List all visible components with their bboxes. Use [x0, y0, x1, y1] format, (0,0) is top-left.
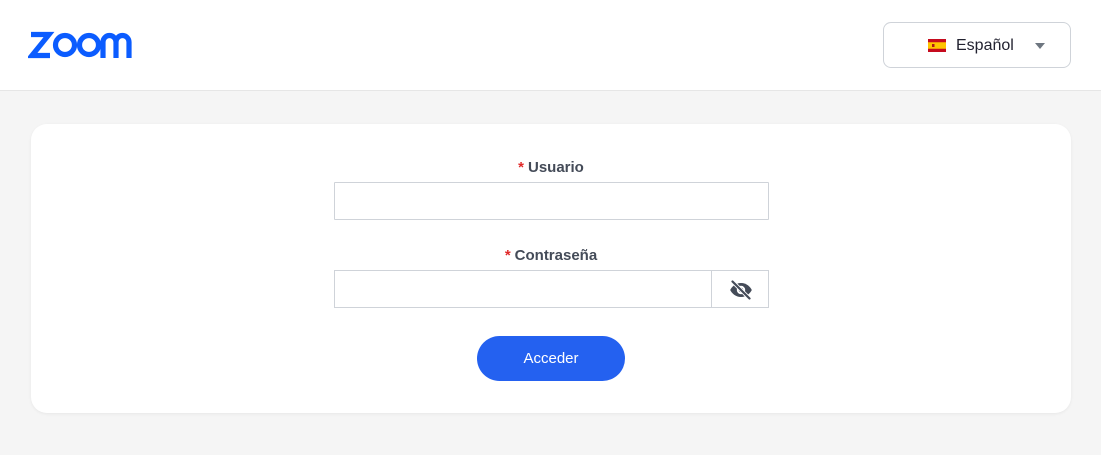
- username-label-text: Usuario: [527, 159, 584, 176]
- toggle-password-visibility-button[interactable]: [711, 270, 769, 308]
- password-input[interactable]: [334, 270, 712, 308]
- sign-in-button[interactable]: Acceder: [477, 336, 625, 381]
- spain-flag-icon: [928, 39, 946, 52]
- login-card: * Usuario * Contraseña Acceder: [31, 124, 1071, 413]
- required-marker: *: [518, 159, 524, 176]
- password-label-text: Contraseña: [514, 247, 598, 264]
- top-header: Español: [0, 0, 1101, 91]
- password-field: [334, 270, 769, 308]
- password-label: * Contraseña: [31, 247, 1071, 265]
- required-marker: *: [504, 247, 511, 264]
- zoom-logo[interactable]: [28, 28, 140, 62]
- eye-off-icon: [730, 280, 752, 300]
- username-label: * Usuario: [31, 159, 1071, 177]
- username-input[interactable]: [334, 182, 769, 220]
- caret-down-icon: [1035, 43, 1045, 49]
- language-select[interactable]: Español: [883, 22, 1071, 68]
- language-label: Español: [956, 37, 1014, 54]
